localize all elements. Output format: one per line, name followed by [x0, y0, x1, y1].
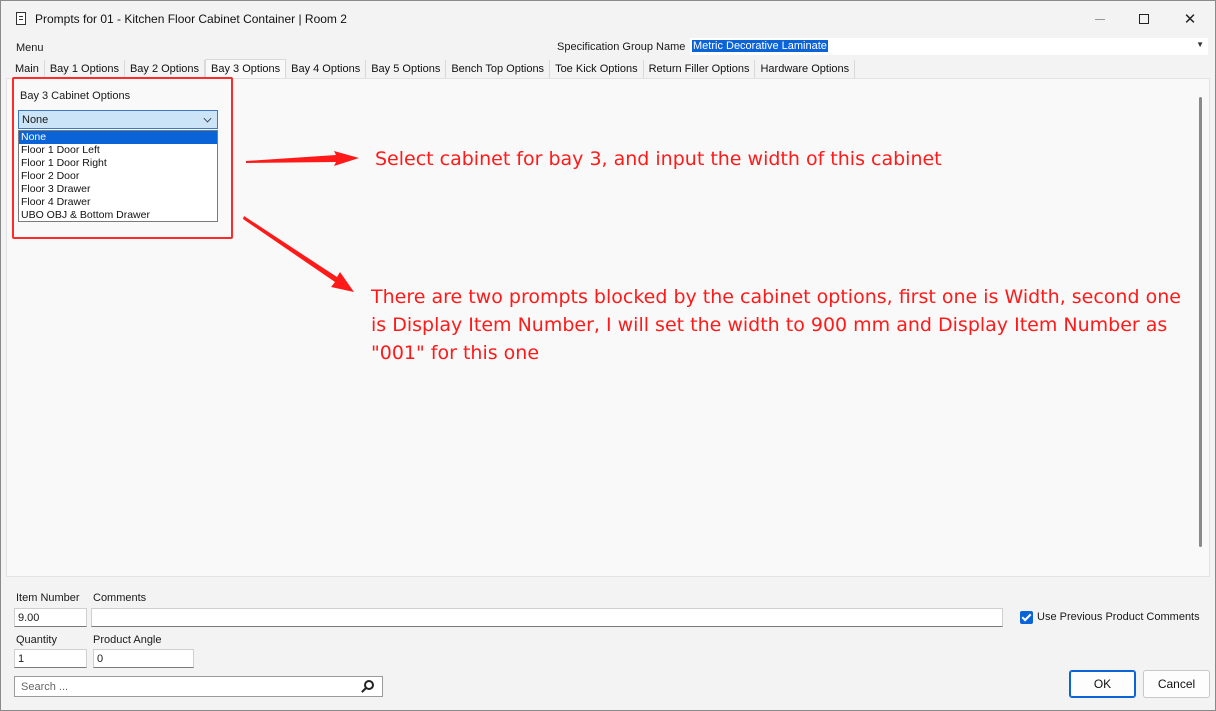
arrow-to-note-1 — [246, 151, 359, 166]
item-number-label: Item Number — [16, 592, 80, 604]
quantity-label: Quantity — [16, 634, 57, 646]
search-input[interactable]: Search ... — [14, 676, 383, 697]
product-angle-field[interactable]: 0 — [93, 649, 194, 668]
item-number-field[interactable]: 9.00 — [14, 608, 87, 627]
prompts-dialog: Prompts for 01 - Kitchen Floor Cabinet C… — [0, 0, 1216, 711]
use-previous-comments-checkbox[interactable] — [1020, 611, 1033, 624]
quantity-field[interactable]: 1 — [14, 649, 87, 668]
arrow-to-note-2 — [243, 216, 354, 292]
comments-label: Comments — [93, 592, 147, 604]
search-icon[interactable] — [364, 680, 374, 690]
search-placeholder: Search ... — [21, 681, 69, 693]
comments-field[interactable] — [91, 608, 1003, 627]
annotation-note-2: There are two prompts blocked by the cab… — [371, 286, 1181, 364]
cancel-button[interactable]: Cancel — [1143, 670, 1210, 698]
product-angle-label: Product Angle — [93, 634, 162, 646]
annotation-note-1: Select cabinet for bay 3, and input the … — [375, 148, 942, 170]
use-previous-comments-label: Use Previous Product Comments — [1037, 611, 1200, 623]
ok-button[interactable]: OK — [1069, 670, 1136, 698]
